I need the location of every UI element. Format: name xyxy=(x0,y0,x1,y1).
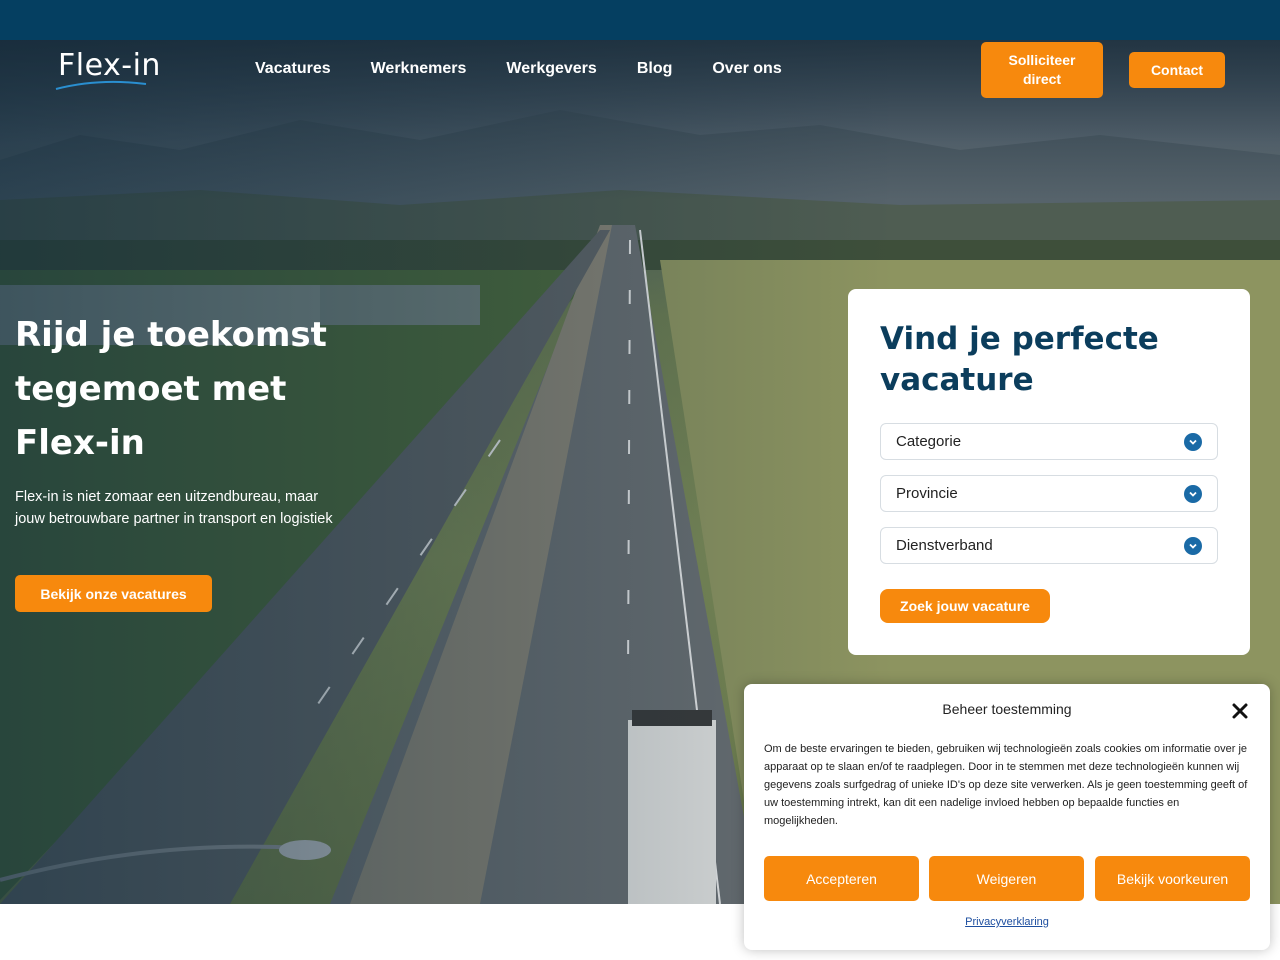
hero-subtitle: Flex-in is niet zomaar een uitzendbureau… xyxy=(15,489,333,527)
logo[interactable]: Flex-in xyxy=(55,48,178,92)
view-vacancies-button[interactable]: Bekijk onze vacatures xyxy=(15,575,212,612)
nav-item-werknemers[interactable]: Werknemers xyxy=(371,58,467,80)
nav-item-over-ons[interactable]: Over ons xyxy=(712,58,781,80)
consent-title: Beheer toestemming xyxy=(942,701,1072,717)
category-select-label: Categorie xyxy=(896,433,962,450)
hero-title: Rijd je toekomst tegemoet met Flex-in xyxy=(15,315,327,463)
nav-item-werkgevers[interactable]: Werkgevers xyxy=(506,58,596,80)
close-icon[interactable] xyxy=(1230,701,1250,721)
province-select[interactable]: Provincie xyxy=(880,475,1218,512)
nav-item-blog[interactable]: Blog xyxy=(637,58,673,80)
accept-button[interactable]: Accepteren xyxy=(764,856,919,901)
view-preferences-button[interactable]: Bekijk voorkeuren xyxy=(1095,856,1250,901)
deny-button[interactable]: Weigeren xyxy=(929,856,1084,901)
search-vacancy-button[interactable]: Zoek jouw vacature xyxy=(880,589,1050,623)
chevron-down-icon xyxy=(1184,485,1202,503)
vacancy-search-card: Vind je perfecte vacature Categorie Prov… xyxy=(848,289,1250,655)
category-select[interactable]: Categorie xyxy=(880,423,1218,460)
chevron-down-icon xyxy=(1184,433,1202,451)
employment-type-select[interactable]: Dienstverband xyxy=(880,527,1218,564)
top-bar xyxy=(0,0,1280,40)
employment-type-select-label: Dienstverband xyxy=(896,537,993,554)
search-title: Vind je perfecte vacature xyxy=(880,321,1159,398)
province-select-label: Provincie xyxy=(896,485,958,502)
nav-item-vacatures[interactable]: Vacatures xyxy=(255,58,331,80)
chevron-down-icon xyxy=(1184,537,1202,555)
apply-direct-button[interactable]: Solliciteer direct xyxy=(981,42,1103,98)
cookie-consent-dialog: Beheer toestemming Om de beste ervaringe… xyxy=(744,684,1270,950)
contact-button[interactable]: Contact xyxy=(1129,52,1225,88)
main-nav: Vacatures Werknemers Werkgevers Blog Ove… xyxy=(255,58,782,80)
logo-swoosh-icon xyxy=(55,80,147,90)
privacy-link[interactable]: Privacyverklaring xyxy=(744,916,1270,928)
consent-text: Om de beste ervaringen te bieden, gebrui… xyxy=(764,743,1248,827)
